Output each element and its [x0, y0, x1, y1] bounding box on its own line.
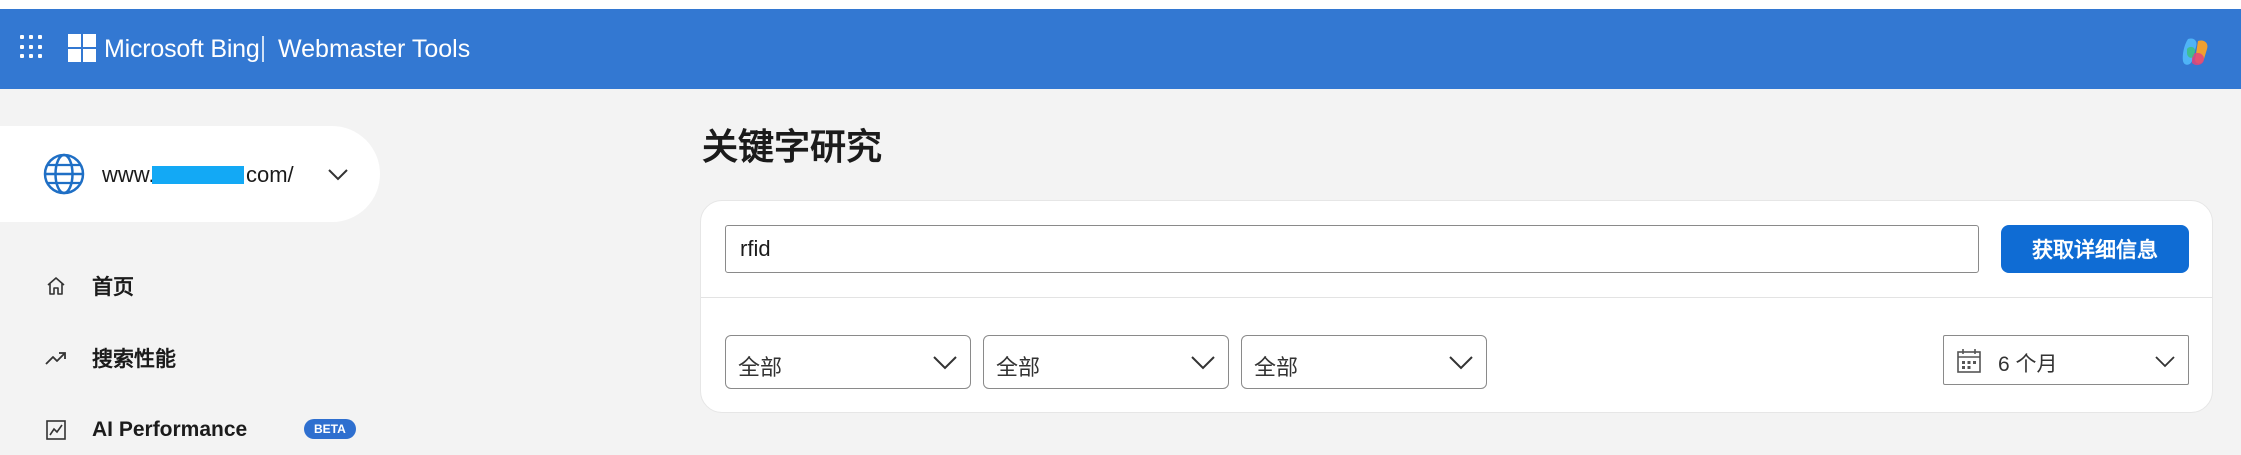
site-url-prefix: www.	[102, 162, 155, 187]
nav-item-home[interactable]: 首页	[0, 261, 380, 311]
site-selector[interactable]: www. com/	[0, 126, 380, 222]
chevron-down-icon[interactable]	[326, 164, 350, 184]
chevron-down-icon	[2155, 356, 2175, 368]
trending-up-icon	[45, 352, 66, 365]
keyword-input[interactable]	[725, 225, 1979, 273]
date-range-dropdown[interactable]: 6 个月	[1943, 335, 2189, 385]
panel-divider	[701, 297, 2212, 298]
nav-label-ai-performance: AI Performance	[92, 418, 248, 441]
filter-dropdown-2-label: 全部	[996, 355, 1041, 380]
site-url-suffix: com/	[246, 162, 294, 187]
filter-dropdown-3[interactable]: 全部	[1241, 335, 1487, 389]
get-details-button[interactable]: 获取详细信息	[2001, 225, 2189, 273]
redacted-domain	[152, 166, 244, 184]
top-strip	[0, 0, 2241, 9]
brand-name[interactable]: Microsoft Bing	[104, 35, 260, 64]
header-divider	[262, 36, 264, 62]
nav-item-ai-performance[interactable]: AI Performance BETA	[0, 405, 380, 455]
nav-item-search-performance[interactable]: 搜索性能	[0, 333, 380, 383]
date-range-label: 6 个月	[1998, 353, 2058, 376]
filter-dropdown-1[interactable]: 全部	[725, 335, 971, 389]
chevron-down-icon	[933, 356, 957, 370]
calendar-icon	[1957, 349, 1981, 373]
page-title: 关键字研究	[702, 126, 883, 167]
copilot-icon[interactable]	[2178, 35, 2212, 69]
globe-icon	[43, 153, 85, 195]
beta-badge: BETA	[304, 419, 356, 439]
filter-dropdown-3-label: 全部	[1254, 355, 1299, 380]
filter-dropdown-1-label: 全部	[738, 355, 783, 380]
chart-frame-icon	[46, 420, 66, 440]
filter-dropdown-2[interactable]: 全部	[983, 335, 1229, 389]
nav-label-home: 首页	[92, 276, 134, 299]
product-name[interactable]: Webmaster Tools	[278, 35, 470, 64]
top-header: Microsoft Bing Webmaster Tools	[0, 9, 2241, 89]
home-icon	[47, 277, 65, 295]
chevron-down-icon	[1449, 356, 1473, 370]
app-launcher-icon[interactable]	[20, 35, 44, 59]
microsoft-logo-icon	[68, 34, 96, 62]
chevron-down-icon	[1191, 356, 1215, 370]
nav-label-search-performance: 搜索性能	[92, 348, 176, 371]
keyword-research-panel: 获取详细信息 全部 全部 全部 6 个月	[700, 200, 2213, 413]
